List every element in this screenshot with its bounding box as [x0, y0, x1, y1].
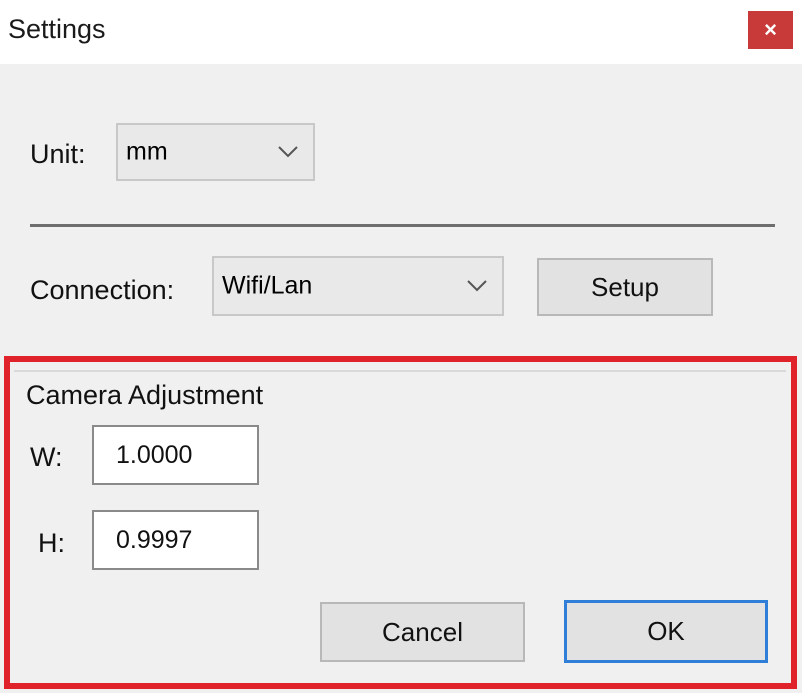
title-bar: Settings ×	[0, 0, 802, 64]
connection-label: Connection:	[30, 275, 175, 305]
width-label: W:	[30, 442, 63, 472]
setup-button[interactable]: Setup	[537, 258, 713, 316]
unit-selected-value: mm	[126, 137, 168, 166]
width-field[interactable]	[92, 425, 259, 485]
connection-dropdown[interactable]: Wifi/Lan	[212, 256, 504, 316]
height-field[interactable]	[92, 510, 259, 570]
camera-adjustment-title: Camera Adjustment	[26, 380, 264, 410]
height-input[interactable]	[94, 512, 257, 568]
height-label: H:	[38, 528, 65, 558]
width-input[interactable]	[94, 427, 257, 483]
unit-dropdown[interactable]: mm	[116, 123, 315, 181]
chevron-down-icon	[278, 146, 298, 158]
group-separator	[14, 370, 786, 372]
close-icon: ×	[764, 17, 777, 42]
cancel-button[interactable]: Cancel	[320, 602, 525, 662]
close-button[interactable]: ×	[748, 11, 793, 49]
window-title: Settings	[8, 14, 106, 44]
ok-button[interactable]: OK	[564, 600, 768, 663]
connection-selected-value: Wifi/Lan	[222, 271, 313, 300]
unit-label: Unit:	[30, 139, 86, 169]
chevron-down-icon	[467, 280, 487, 292]
section-divider	[30, 224, 775, 227]
